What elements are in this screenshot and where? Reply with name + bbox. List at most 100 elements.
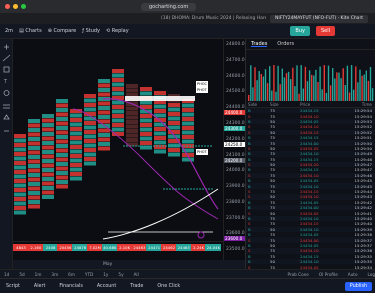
footprint-cell bbox=[84, 157, 96, 161]
trade-volume-bar bbox=[290, 79, 292, 101]
footprint-cell bbox=[84, 134, 96, 139]
trade-cell: 15:29:47 bbox=[354, 167, 372, 173]
trade-cell: S bbox=[248, 124, 251, 130]
interval-select[interactable]: 2m bbox=[5, 28, 13, 34]
time-axis[interactable]: May bbox=[13, 260, 245, 269]
tab-orders[interactable]: Orders bbox=[277, 41, 294, 47]
footprint-cell bbox=[126, 138, 138, 142]
buy-button[interactable]: Buy bbox=[290, 26, 310, 36]
footprint-cell bbox=[42, 172, 54, 177]
one-click-button[interactable]: One Click bbox=[157, 284, 180, 289]
footprint-cell bbox=[14, 161, 26, 165]
browser-tab-0[interactable]: (18) DHOMA: Drum Music 2024 | Relaxing H… bbox=[156, 15, 266, 23]
footprint-cell bbox=[98, 110, 110, 115]
price-tick: 24800.0 bbox=[226, 42, 245, 47]
script-button[interactable]: Script bbox=[6, 284, 20, 289]
range-button[interactable]: 5y bbox=[118, 272, 123, 277]
range-button[interactable]: YTD bbox=[85, 272, 93, 277]
address-bar[interactable]: gocharting.com bbox=[141, 2, 197, 11]
trade-volume-bar bbox=[363, 74, 365, 101]
footprint-cell bbox=[28, 132, 40, 137]
minimize-window-button[interactable] bbox=[13, 4, 18, 9]
footprint-cell bbox=[154, 109, 166, 113]
browser-tab-1[interactable]: NIFTY24MAYFUT (NFO-FUT) · Kite Chart bbox=[270, 14, 369, 23]
trade-cell: 15:29:46 bbox=[354, 172, 372, 178]
trade-cell: B bbox=[248, 183, 251, 189]
footprint-cell bbox=[56, 180, 68, 184]
chart-option-button[interactable]: Prob Cone bbox=[288, 272, 309, 277]
trade-button[interactable]: Trade bbox=[130, 284, 143, 289]
range-button[interactable]: 1m bbox=[35, 272, 42, 277]
footprint-cell bbox=[56, 108, 68, 112]
chart-canvas[interactable]: PHOC PHOT PHOT bbox=[13, 39, 223, 260]
footprint-cell bbox=[168, 152, 180, 157]
trade-row: S 75 24434.15 15:29:40 bbox=[246, 221, 375, 227]
trade-cell: 24434.00 bbox=[300, 237, 319, 243]
footprint-cell bbox=[84, 130, 96, 134]
footprint-chart[interactable] bbox=[13, 39, 223, 260]
price-tick: 23700.0 bbox=[226, 215, 245, 221]
footprint-cell bbox=[56, 184, 68, 189]
chart-option-button[interactable]: OI Profile bbox=[319, 272, 338, 277]
financials-button[interactable]: Financials bbox=[59, 284, 83, 289]
footprint-cell bbox=[28, 141, 40, 146]
study-button[interactable]: ƒ Study bbox=[82, 28, 100, 34]
footprint-cell bbox=[42, 190, 54, 195]
trade-volume-bar bbox=[300, 65, 302, 101]
trade-row: S 50 24434.05 15:29:50 bbox=[246, 145, 375, 152]
footprint-cell bbox=[98, 106, 110, 110]
footprint-cell bbox=[98, 83, 110, 88]
tab-trades[interactable]: Trades bbox=[251, 41, 268, 47]
footprint-cell bbox=[70, 149, 82, 154]
trade-cell: 75 bbox=[270, 199, 275, 205]
trade-volume-bar bbox=[256, 80, 258, 101]
range-button[interactable]: 6m bbox=[68, 272, 75, 277]
footprint-cell bbox=[42, 150, 54, 154]
sell-button[interactable]: Sell bbox=[315, 26, 335, 36]
ema-3-line bbox=[102, 188, 219, 240]
account-button[interactable]: Account bbox=[97, 284, 116, 289]
trade-cell: 24434.10 bbox=[300, 248, 319, 254]
trade-cell: 50 bbox=[270, 118, 275, 124]
trade-volume-bar bbox=[344, 85, 346, 101]
price-tick: 23900.0 bbox=[226, 184, 245, 190]
price-axis[interactable]: 24800.0 24700.0 24600.0 24500.0 24400.0 24300… bbox=[223, 39, 246, 260]
chart-option-button[interactable]: Auto bbox=[348, 272, 358, 277]
trade-cell: 75 bbox=[270, 183, 275, 189]
footprint-cell bbox=[14, 188, 26, 192]
trade-cell: 24434.15 bbox=[300, 189, 319, 195]
footprint-cell bbox=[28, 164, 40, 168]
range-button[interactable]: 5d bbox=[19, 272, 24, 277]
trade-cell: B bbox=[248, 205, 251, 211]
chart-option-button[interactable]: Log bbox=[368, 272, 375, 277]
footprint-cell bbox=[112, 114, 124, 118]
trade-cell: S bbox=[248, 145, 251, 151]
range-button[interactable]: 1y bbox=[103, 272, 108, 277]
range-button[interactable]: 1d bbox=[4, 272, 9, 277]
close-window-button[interactable] bbox=[5, 4, 10, 9]
footprint-cell bbox=[154, 136, 166, 140]
charts-button[interactable]: ▤ Charts bbox=[19, 28, 42, 34]
footprint-cell bbox=[98, 124, 110, 128]
trade-row: B 50 24434.10 15:29:35 bbox=[246, 258, 375, 265]
trade-volume-bar bbox=[357, 82, 359, 101]
trade-cell: 24434.15 bbox=[300, 108, 319, 114]
zoom-window-button[interactable] bbox=[21, 4, 26, 9]
replay-button[interactable]: ⟲ Replay bbox=[106, 28, 129, 34]
footprint-cell bbox=[182, 121, 194, 126]
trade-cell: 24434.15 bbox=[300, 129, 319, 135]
footprint-cell bbox=[84, 103, 96, 107]
range-button[interactable]: All bbox=[134, 272, 139, 277]
footprint-cell bbox=[56, 175, 68, 180]
trade-cell: 50 bbox=[270, 259, 275, 265]
compare-button[interactable]: ⊕ Compare bbox=[48, 28, 76, 34]
alert-button[interactable]: Alert bbox=[34, 284, 45, 289]
footprint-cell bbox=[14, 179, 26, 183]
footprint-cell bbox=[42, 132, 54, 136]
publish-button[interactable]: Publish bbox=[344, 282, 372, 291]
price-tag: 24300.0 bbox=[224, 125, 246, 131]
footprint-cell bbox=[56, 139, 68, 144]
range-button[interactable]: 3m bbox=[51, 272, 58, 277]
footprint-cell bbox=[14, 143, 26, 147]
trades-table-body: B 75 24434.15 15:29:54 S 75 24434.10 15:29:54 B 5… bbox=[246, 108, 375, 270]
